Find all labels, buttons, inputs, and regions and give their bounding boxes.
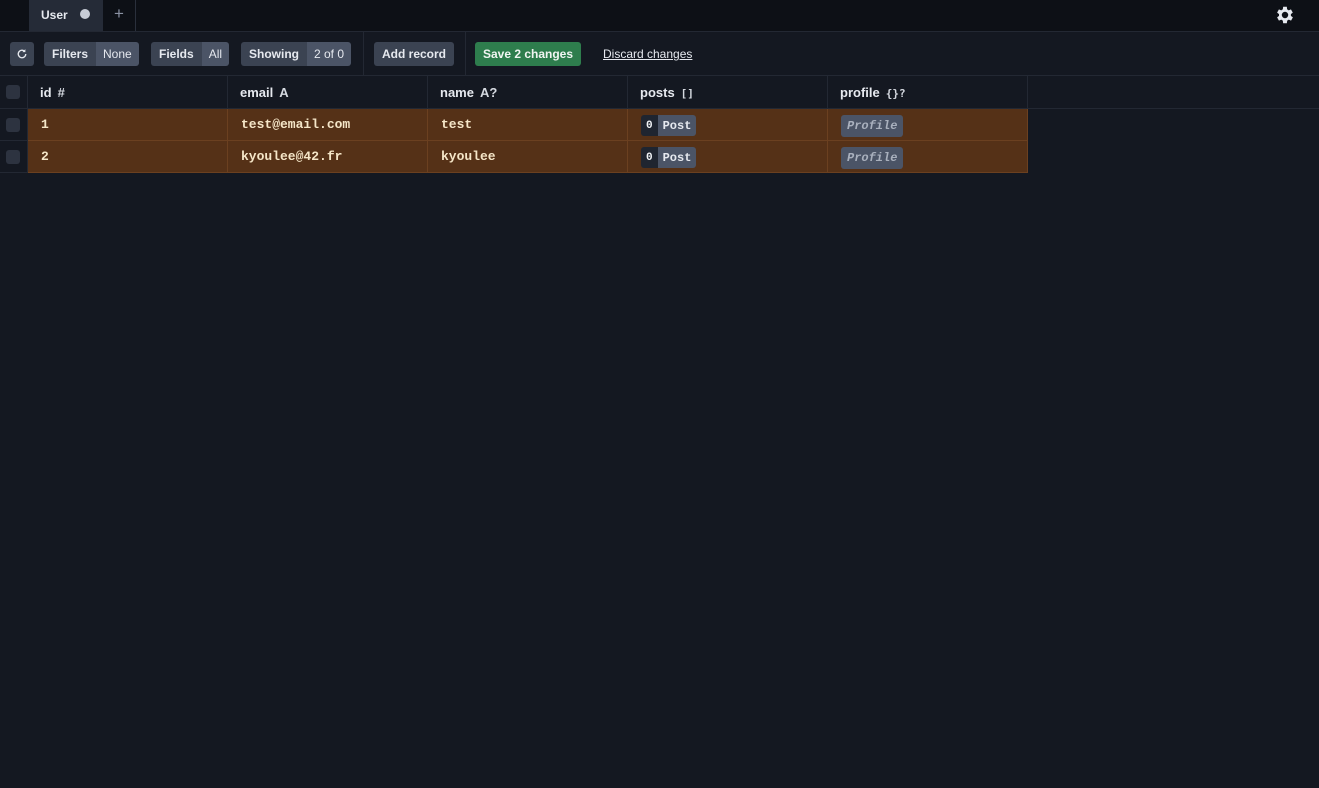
column-name: id (40, 85, 52, 100)
toolbar-divider (465, 32, 466, 76)
profile-relation-pill[interactable]: Profile (841, 147, 904, 169)
select-all-cell (0, 76, 28, 109)
column-name: posts (640, 85, 675, 100)
discard-changes-link[interactable]: Discard changes (603, 47, 692, 61)
refresh-icon (17, 49, 27, 59)
column-type: [] (680, 87, 694, 100)
posts-count: 0 (641, 147, 658, 168)
cell-profile[interactable]: Profile (828, 141, 1028, 173)
tab-bar: User + (0, 0, 1319, 32)
column-header-profile[interactable]: profile {}? (828, 76, 1028, 109)
table-row: 1 test@email.com test 0 Post Profile (0, 109, 1028, 141)
column-header-id[interactable]: id # (28, 76, 228, 109)
cell-id[interactable]: 1 (28, 109, 228, 141)
posts-relation-pill[interactable]: 0 Post (641, 147, 697, 168)
new-tab-plus-icon[interactable]: + (110, 4, 128, 24)
row-select-cell (0, 109, 28, 141)
posts-relation-pill[interactable]: 0 Post (641, 115, 697, 136)
select-all-checkbox[interactable] (6, 85, 20, 99)
posts-label: Post (657, 115, 697, 136)
row-checkbox[interactable] (6, 150, 20, 164)
column-name: email (240, 85, 274, 100)
showing-label: Showing (241, 42, 307, 66)
fields-label: Fields (151, 42, 202, 66)
filters-value: None (96, 42, 139, 66)
cell-name[interactable]: test (428, 109, 628, 141)
cell-profile[interactable]: Profile (828, 109, 1028, 141)
filters-label: Filters (44, 42, 97, 66)
gear-icon[interactable] (1274, 4, 1296, 26)
cell-posts[interactable]: 0 Post (628, 141, 828, 173)
add-record-button[interactable]: Add record (374, 42, 454, 66)
showing-control[interactable]: Showing 2 of 0 (241, 42, 352, 66)
toolbar-divider (363, 32, 364, 76)
tab-divider (135, 0, 136, 31)
cell-posts[interactable]: 0 Post (628, 109, 828, 141)
refresh-button[interactable] (10, 42, 34, 66)
cell-name[interactable]: kyoulee (428, 141, 628, 173)
toolbar: Filters None Fields All Showing 2 of 0 A… (0, 32, 1319, 76)
table-row: 2 kyoulee@42.fr kyoulee 0 Post Profile (0, 141, 1028, 173)
column-type: # (57, 85, 65, 100)
posts-label: Post (657, 147, 697, 168)
column-header-name[interactable]: name A? (428, 76, 628, 109)
tab-label: User (41, 8, 68, 22)
column-type: A? (479, 85, 498, 100)
column-name: name (440, 85, 474, 100)
row-select-cell (0, 141, 28, 173)
column-header-posts[interactable]: posts [] (628, 76, 828, 109)
cell-id[interactable]: 2 (28, 141, 228, 173)
showing-value: 2 of 0 (307, 42, 352, 66)
header-row: id # email A name A? posts [] profile {}? (0, 76, 1319, 109)
cell-email[interactable]: kyoulee@42.fr (228, 141, 428, 173)
fields-value: All (201, 42, 230, 66)
column-name: profile (840, 85, 880, 100)
posts-count: 0 (641, 115, 658, 136)
filters-control[interactable]: Filters None (44, 42, 139, 66)
column-header-email[interactable]: email A (228, 76, 428, 109)
column-type: {}? (885, 87, 906, 100)
unsaved-dot-icon[interactable] (80, 9, 90, 19)
cell-email[interactable]: test@email.com (228, 109, 428, 141)
tab-user[interactable]: User (29, 0, 103, 31)
fields-control[interactable]: Fields All (151, 42, 230, 66)
row-checkbox[interactable] (6, 118, 20, 132)
profile-relation-pill[interactable]: Profile (841, 115, 904, 137)
save-changes-button[interactable]: Save 2 changes (475, 42, 581, 66)
column-type: A (279, 85, 289, 100)
